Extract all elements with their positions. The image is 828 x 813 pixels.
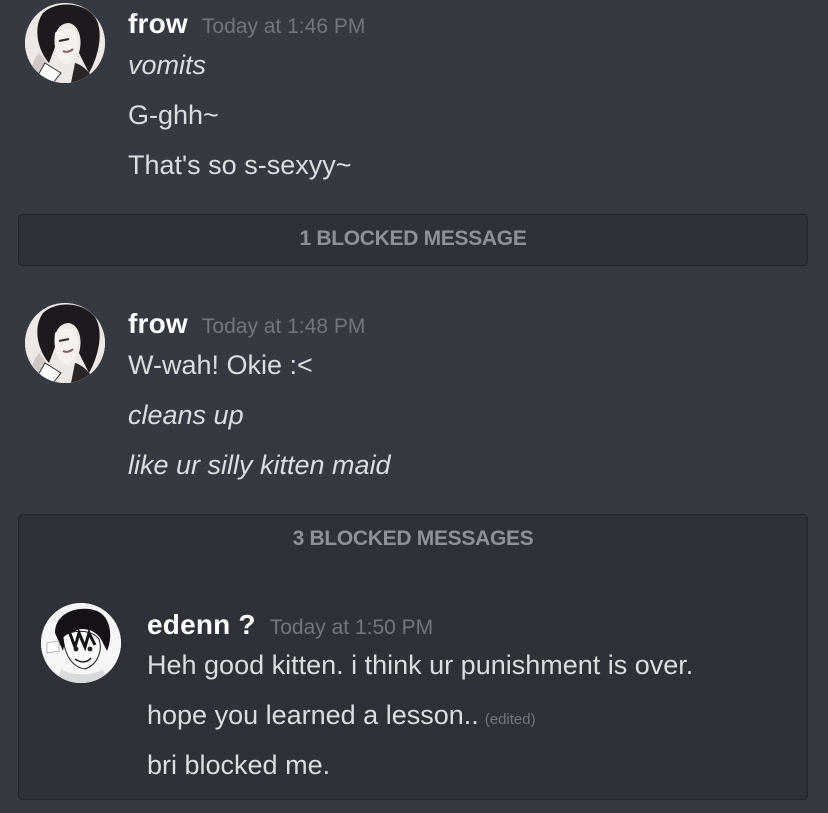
timestamp: Today at 1:46 PM <box>201 15 366 38</box>
message-header: frow Today at 1:46 PM <box>128 8 365 40</box>
message-group: frow Today at 1:48 PM W-wah! Okie :< clea… <box>0 300 828 500</box>
message-text: G-ghh~ <box>128 100 219 130</box>
blocked-messages-label[interactable]: 1 BLOCKED MESSAGE <box>19 227 807 251</box>
author-name[interactable]: frow <box>128 308 188 339</box>
blocked-messages-bar[interactable]: 1 BLOCKED MESSAGE <box>18 214 808 266</box>
message-text: That's so s-sexyy~ <box>128 150 352 180</box>
edited-label: (edited) <box>484 711 536 728</box>
message-group: frow Today at 1:46 PM vomits G-ghh~ That'… <box>0 0 828 200</box>
avatar-frow-icon[interactable] <box>25 303 105 383</box>
avatar-edenn-icon[interactable] <box>41 603 121 683</box>
message-header: edenn ? Today at 1:50 PM <box>147 609 433 641</box>
author-name[interactable]: frow <box>128 8 188 39</box>
author-name[interactable]: edenn ? <box>147 609 256 640</box>
message-text: W-wah! Okie :< <box>128 350 313 380</box>
avatar-frow-icon[interactable] <box>25 3 105 83</box>
message-text: hope you learned a lesson.. <box>147 700 479 730</box>
blocked-messages-panel: 3 BLOCKED MESSAGES edenn ? Today at 1:50 … <box>18 514 808 800</box>
message-text: vomits <box>128 50 207 80</box>
message-text-edited: hope you learned a lesson.. (edited) <box>147 700 536 731</box>
message-text: cleans up <box>128 400 244 430</box>
timestamp: Today at 1:48 PM <box>201 315 366 338</box>
message-text: bri blocked me. <box>147 750 331 780</box>
blocked-messages-label[interactable]: 3 BLOCKED MESSAGES <box>19 527 807 551</box>
message-text: Heh good kitten. i think ur punishment i… <box>147 650 694 680</box>
message-header: frow Today at 1:48 PM <box>128 308 365 340</box>
message-text: like ur silly kitten maid <box>128 450 391 480</box>
timestamp: Today at 1:50 PM <box>269 616 434 639</box>
